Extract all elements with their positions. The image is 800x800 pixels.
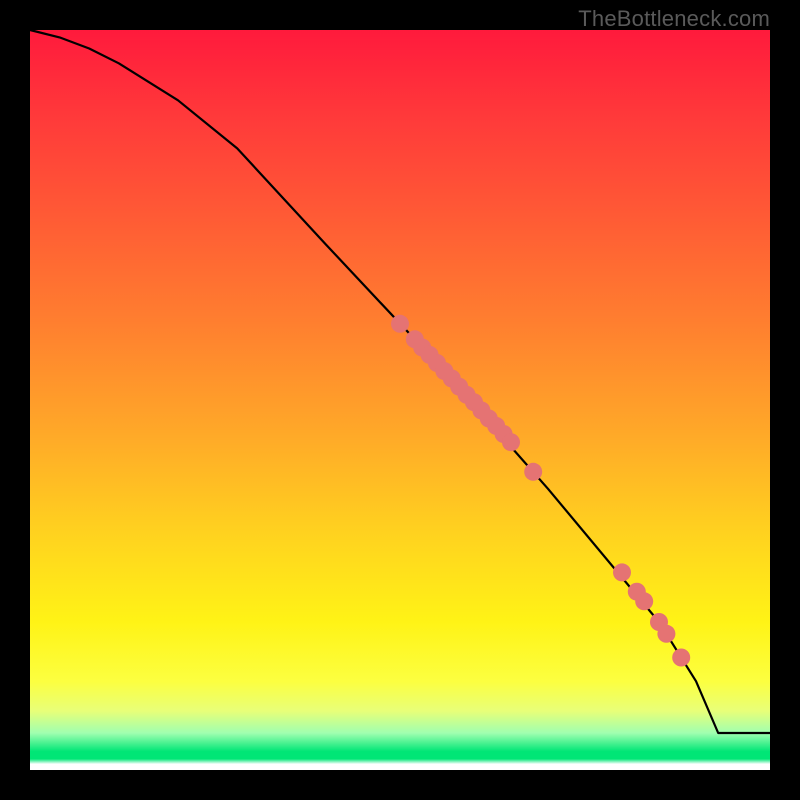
data-point	[613, 563, 631, 581]
data-points-group	[391, 315, 690, 667]
data-point	[524, 463, 542, 481]
curve-layer	[30, 30, 770, 770]
chart-frame: TheBottleneck.com	[0, 0, 800, 800]
data-point	[672, 649, 690, 667]
data-point	[502, 433, 520, 451]
data-point	[635, 592, 653, 610]
watermark-text: TheBottleneck.com	[578, 6, 770, 32]
data-point	[657, 625, 675, 643]
plot-area	[30, 30, 770, 770]
data-point	[391, 315, 409, 333]
